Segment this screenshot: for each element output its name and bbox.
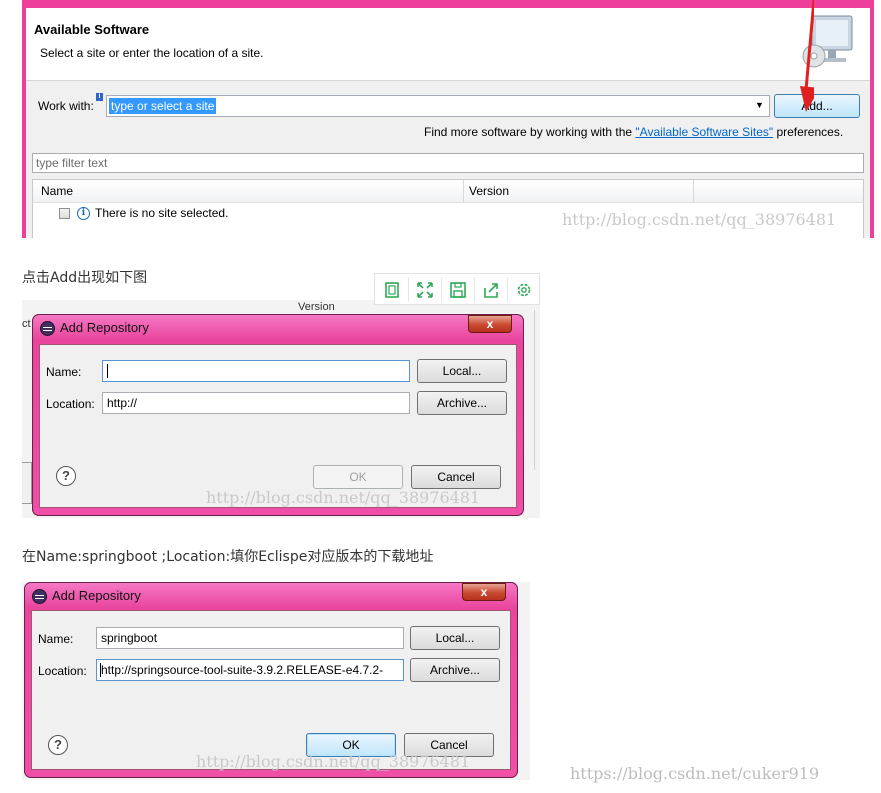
find-more-text: Find more software by working with the "… bbox=[424, 125, 843, 139]
page-subtitle: Select a site or enter the location of a… bbox=[40, 46, 264, 60]
archive-button[interactable]: Archive... bbox=[417, 391, 507, 415]
dialog-client-area: Name: springboot Local... Location: http… bbox=[31, 610, 511, 770]
caption-click-add: 点击Add出现如下图 bbox=[22, 270, 148, 286]
page-watermark: https://blog.csdn.net/cuker919 bbox=[570, 764, 820, 783]
add-repository-panel-empty: Version ct Add Repository x Name: Local.… bbox=[22, 300, 540, 518]
red-arrow-annotation bbox=[800, 0, 814, 112]
watermark: http://blog.csdn.net/qq_38976481 bbox=[206, 488, 481, 507]
available-software-sites-link[interactable]: "Available Software Sites" bbox=[635, 125, 773, 139]
cancel-button[interactable]: Cancel bbox=[411, 465, 501, 489]
local-button[interactable]: Local... bbox=[410, 626, 500, 650]
table-row-text: There is no site selected. bbox=[95, 206, 229, 220]
info-icon: i bbox=[77, 207, 90, 220]
column-header-version[interactable]: Version bbox=[469, 184, 509, 198]
ok-button[interactable]: OK bbox=[313, 465, 403, 489]
help-icon[interactable]: ? bbox=[48, 735, 68, 755]
local-button[interactable]: Local... bbox=[417, 359, 507, 383]
toolbar-divider bbox=[441, 278, 442, 302]
available-software-panel: Available Software Select a site or ente… bbox=[22, 0, 874, 238]
text-caret bbox=[107, 364, 108, 378]
background-text-fragment: ct bbox=[22, 318, 31, 330]
settings-icon[interactable] bbox=[514, 280, 534, 300]
dialog-title: Add Repository bbox=[60, 320, 149, 335]
name-input[interactable] bbox=[102, 360, 410, 382]
toolbar-divider bbox=[507, 278, 508, 302]
work-with-label: Work with: bbox=[38, 99, 94, 113]
watermark: http://blog.csdn.net/qq_38976481 bbox=[196, 752, 471, 771]
add-repository-dialog: Add Repository x Name: Local... Location… bbox=[32, 314, 524, 516]
fit-page-icon[interactable] bbox=[382, 280, 402, 300]
page-title: Available Software bbox=[34, 22, 150, 37]
toolbar-divider bbox=[474, 278, 475, 302]
window-frame-top bbox=[26, 0, 870, 8]
close-button[interactable]: x bbox=[468, 315, 512, 333]
image-toolbar bbox=[374, 273, 540, 305]
dialog-client-area: Name: Local... Location: http:// Archive… bbox=[39, 344, 517, 508]
eclipse-icon bbox=[32, 589, 47, 604]
dialog-title: Add Repository bbox=[52, 588, 141, 603]
archive-button[interactable]: Archive... bbox=[410, 658, 500, 682]
help-icon[interactable]: ? bbox=[56, 466, 76, 486]
find-more-prefix: Find more software by working with the bbox=[424, 125, 636, 139]
caption-fill-name-location: 在Name:springboot ;Location:填你Eclispe对应版本… bbox=[22, 549, 434, 565]
eclipse-icon bbox=[40, 321, 55, 336]
add-repository-dialog: Add Repository x Name: springboot Local.… bbox=[24, 582, 518, 778]
save-icon[interactable] bbox=[448, 280, 468, 300]
background-window-fragment bbox=[22, 462, 32, 504]
wizard-header bbox=[26, 8, 870, 81]
location-label: Location: bbox=[38, 664, 87, 678]
filter-input[interactable]: type filter text bbox=[32, 153, 864, 173]
column-header-name[interactable]: Name bbox=[41, 184, 73, 198]
name-label: Name: bbox=[38, 632, 74, 646]
close-button[interactable]: x bbox=[462, 583, 506, 601]
table-header: Name Version bbox=[33, 180, 863, 203]
dropdown-arrow-icon[interactable]: ▼ bbox=[755, 100, 764, 110]
site-combo-value: type or select a site bbox=[109, 98, 217, 114]
background-window-fragment bbox=[534, 310, 540, 470]
column-divider[interactable] bbox=[463, 180, 464, 202]
find-more-suffix: preferences. bbox=[773, 125, 844, 139]
watermark: http://blog.csdn.net/qq_38976481 bbox=[562, 210, 837, 229]
share-icon[interactable] bbox=[481, 280, 501, 300]
toolbar-divider bbox=[408, 278, 409, 302]
row-checkbox[interactable] bbox=[59, 208, 70, 219]
fullscreen-icon[interactable] bbox=[415, 280, 435, 300]
site-combo-box[interactable]: type or select a site ▼ bbox=[106, 95, 770, 117]
name-label: Name: bbox=[46, 365, 82, 379]
add-repository-panel-filled: Add Repository x Name: springboot Local.… bbox=[22, 582, 530, 780]
location-label: Location: bbox=[46, 397, 95, 411]
info-badge-icon: i bbox=[96, 93, 103, 101]
location-input[interactable]: http:// bbox=[102, 392, 410, 414]
background-version-fragment: Version bbox=[298, 301, 335, 313]
location-input[interactable]: http://springsource-tool-suite-3.9.2.REL… bbox=[96, 659, 404, 681]
text-caret bbox=[100, 663, 101, 677]
name-input[interactable]: springboot bbox=[96, 627, 404, 649]
column-divider[interactable] bbox=[693, 180, 694, 202]
software-table: Name Version i There is no site selected… bbox=[32, 179, 864, 238]
